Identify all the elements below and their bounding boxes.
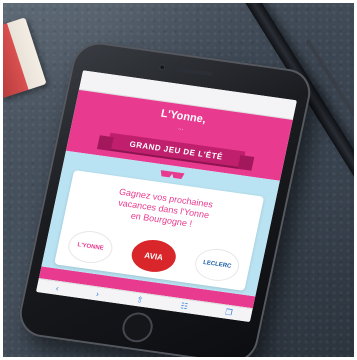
back-icon[interactable]: ‹ <box>55 284 60 293</box>
phone-screen: L'Yonne, ... GRAND JEU DE L'ÉTÉ Gagnez v… <box>35 70 297 322</box>
photo: L'Yonne, ... GRAND JEU DE L'ÉTÉ Gagnez v… <box>3 3 354 357</box>
contest-text: Gagnez vos prochaines vacances dans l'Yo… <box>65 170 264 239</box>
forward-icon[interactable]: › <box>95 289 100 298</box>
share-icon[interactable]: ⇧ <box>136 295 145 305</box>
sponsor-logo-yonne[interactable]: L'YONNE <box>65 228 116 266</box>
bookmarks-icon[interactable]: ☷ <box>180 301 189 311</box>
contest-card[interactable]: Gagnez vos prochaines vacances dans l'Yo… <box>54 170 265 291</box>
tabs-icon[interactable]: ❐ <box>224 308 233 318</box>
sunglasses-icon <box>160 170 185 180</box>
sponsor-logo-avia[interactable]: AVIA <box>128 237 179 275</box>
sponsor-logo-leclerc[interactable]: LECLERC <box>192 246 243 284</box>
